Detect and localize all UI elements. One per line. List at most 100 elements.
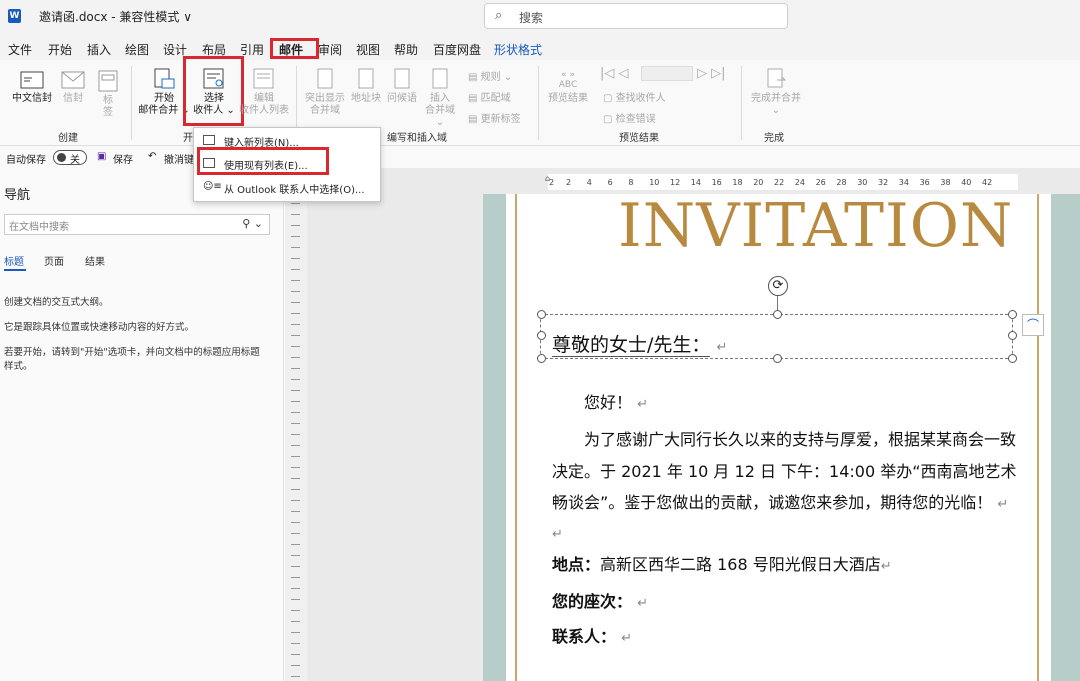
greeting-line-button[interactable]: 问候语: [384, 68, 420, 105]
resize-handle[interactable]: [773, 310, 782, 319]
layout-options-icon[interactable]: ⌒: [1022, 314, 1044, 336]
record-number-input[interactable]: [641, 66, 693, 81]
labels-button[interactable]: 标签: [96, 70, 120, 119]
ruler-number: 42: [982, 178, 993, 187]
resize-handle[interactable]: [1008, 354, 1017, 363]
resize-handle[interactable]: [537, 310, 546, 319]
nav-tab-underline: [4, 269, 26, 271]
envelope-button[interactable]: 信封: [58, 70, 88, 105]
ruler-tick: [291, 632, 300, 633]
nav-tab-headings[interactable]: 标题: [4, 253, 24, 268]
nav-search-placeholder: 在文档中搜索: [9, 222, 69, 233]
resize-handle[interactable]: [537, 354, 546, 363]
resize-handle[interactable]: [1008, 331, 1017, 340]
find-recipient-button[interactable]: ▢ 查找收件人: [603, 89, 666, 104]
resize-handle[interactable]: [1008, 310, 1017, 319]
ruler-number: 30: [857, 178, 868, 187]
ruler-tick: [291, 511, 300, 512]
nav-help-text: 它是跟踪具体位置或快速移动内容的好方式。: [4, 322, 195, 333]
tab-draw[interactable]: 绘图: [125, 41, 149, 58]
ruler-tick: [291, 412, 300, 413]
address-block-icon: [358, 68, 374, 89]
ruler-tick: [291, 346, 300, 347]
greeting-icon: [394, 68, 410, 89]
gold-border-left: [515, 194, 517, 681]
ruler-number: 32: [878, 178, 889, 187]
seat-line: 您的座次： ↵: [552, 592, 649, 611]
ribbon-separator: [131, 66, 132, 140]
undo-icon[interactable]: ↶: [148, 151, 156, 162]
label-icon: [98, 70, 118, 92]
ruler-number: 16: [711, 178, 722, 187]
nav-search-input[interactable]: 在文档中搜索 ⚲ ⌄: [4, 214, 270, 235]
rotate-handle-icon[interactable]: ⟳: [768, 276, 788, 296]
chinese-envelope-button[interactable]: 中文信封: [8, 70, 56, 105]
ruler-tick: [291, 621, 300, 622]
tab-baidu-netdisk[interactable]: 百度网盘: [433, 41, 481, 58]
tab-home[interactable]: 开始: [48, 41, 72, 58]
ruler-tick: [291, 456, 300, 457]
ruler-number: 20: [753, 178, 764, 187]
address-block-button[interactable]: 地址块: [348, 68, 384, 105]
ruler-tick: [291, 577, 300, 578]
tab-file[interactable]: 文件: [8, 41, 32, 58]
ruler-number: 4: [586, 178, 592, 187]
record-navigation[interactable]: |◁ ◁: [600, 66, 629, 81]
ruler-tick: [291, 423, 300, 424]
save-icon[interactable]: ▣: [97, 151, 106, 162]
update-labels-button[interactable]: ▤ 更新标签: [468, 110, 521, 125]
ruler-tick: [291, 291, 300, 292]
body-paragraph-line: 为了感谢广大同行长久以来的支持与厚爱，根据某某商会一致: [584, 430, 1017, 449]
ruler-tick: [291, 203, 300, 204]
vertical-ruler: [285, 168, 307, 681]
menu-item-outlook-contacts[interactable]: 从 Outlook 联系人中选择(O)...: [224, 181, 365, 196]
ruler-tick: [291, 489, 300, 490]
match-fields-button[interactable]: ▤ 匹配域: [468, 89, 511, 104]
highlight-merge-fields-button[interactable]: 突出显示 合并域: [302, 68, 348, 117]
ruler-tick: [291, 544, 300, 545]
preview-results-button[interactable]: « » ABC 预览结果: [545, 70, 591, 105]
ruler-tick: [291, 214, 300, 215]
tab-help[interactable]: 帮助: [394, 41, 418, 58]
tab-review[interactable]: 审阅: [318, 41, 342, 58]
ruler-tick: [291, 225, 300, 226]
resize-handle[interactable]: [537, 331, 546, 340]
document-title[interactable]: 邀请函.docx - 兼容性模式 ∨: [39, 8, 192, 25]
edit-recipient-list-button[interactable]: 编辑 收件人列表: [238, 68, 290, 117]
highlight-box-mailings: [270, 38, 319, 59]
search-box[interactable]: ⌕ 搜索: [484, 3, 788, 29]
ruler-tick: [291, 313, 300, 314]
tab-insert[interactable]: 插入: [87, 41, 111, 58]
record-navigation-next[interactable]: ▷ ▷|: [697, 66, 726, 81]
nav-tab-results[interactable]: 结果: [85, 253, 105, 268]
ruler-tick: [291, 401, 300, 402]
ruler-tick: [291, 379, 300, 380]
search-placeholder: 搜索: [519, 11, 544, 25]
gold-border-right: [1037, 194, 1039, 681]
ruler-tick: [291, 247, 300, 248]
ruler-number: 6: [607, 178, 613, 187]
ruler-number: 36: [919, 178, 930, 187]
ruler-tick: [291, 478, 300, 479]
save-button[interactable]: 保存: [113, 151, 133, 166]
rules-button[interactable]: ▤ 规则 ⌄: [468, 68, 512, 83]
check-errors-button[interactable]: ▢ 检查错误: [603, 110, 656, 125]
insert-merge-field-button[interactable]: 插入 合并域 ⌄: [420, 68, 460, 129]
body-paragraph-line: 畅谈会”。鉴于您做出的贡献，诚邀您来参加，期待您的光临！ ↵: [552, 493, 1009, 512]
highlight-box-existing-list: [197, 147, 329, 175]
finish-merge-button[interactable]: 完成并合并 ⌄: [748, 68, 804, 117]
group-label-start: 开: [183, 133, 193, 144]
search-icon[interactable]: ⚲ ⌄: [242, 217, 263, 230]
tab-view[interactable]: 视图: [356, 41, 380, 58]
autosave-label: 自动保存: [6, 155, 46, 166]
undo-button[interactable]: 撤消键: [164, 151, 194, 166]
ruler-tick: [291, 269, 300, 270]
resize-handle[interactable]: [773, 354, 782, 363]
nav-tab-pages[interactable]: 页面: [44, 253, 64, 268]
ruler-tick: [291, 324, 300, 325]
indent-marker-icon[interactable]: ⌂: [545, 174, 550, 183]
tab-shape-format[interactable]: 形状格式: [494, 41, 542, 58]
finish-merge-icon: [767, 68, 787, 88]
nav-title: 导航: [4, 188, 31, 203]
ruler-tick: [291, 665, 300, 666]
